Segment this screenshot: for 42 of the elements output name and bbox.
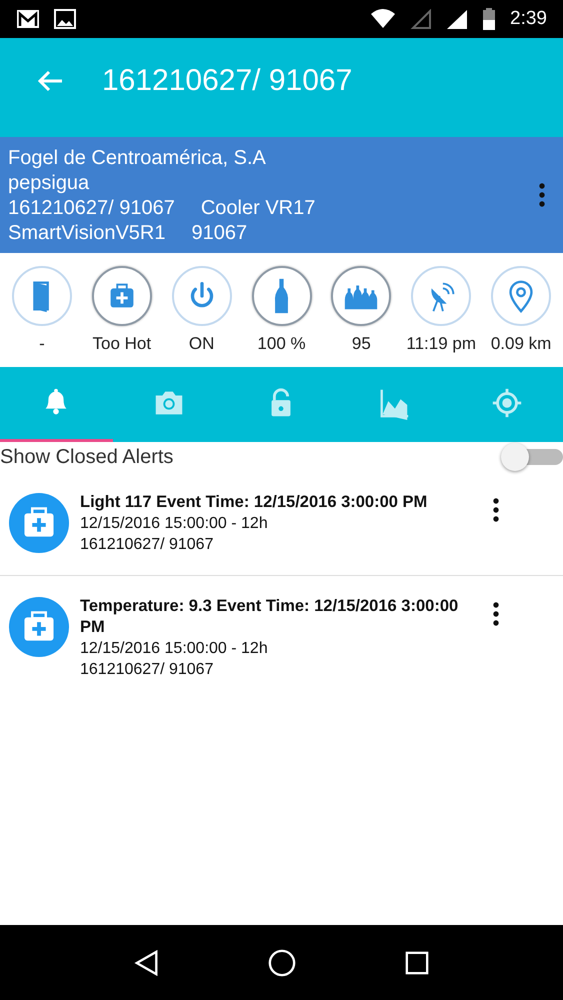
more-vertical-icon xyxy=(539,183,545,207)
toggle-switch[interactable] xyxy=(501,443,563,471)
medical-kit-icon xyxy=(8,492,70,554)
signal-icon xyxy=(446,9,468,29)
indicator-value: 0.09 km xyxy=(490,334,552,354)
alert-time: 12/15/2016 15:00:00 - 12h xyxy=(80,514,269,534)
bottle-icon xyxy=(274,277,289,315)
no-signal-icon xyxy=(410,9,432,29)
indicator-value: 11:19 pm xyxy=(406,334,476,354)
device-title: 161210627/ 91067 xyxy=(102,64,352,98)
image-icon xyxy=(54,9,76,29)
show-closed-alerts-label: Show Closed Alerts xyxy=(0,446,174,468)
info-text: Cooler VR17 xyxy=(200,196,316,220)
indicator-value: 95 xyxy=(352,334,371,354)
wifi-icon xyxy=(370,9,396,29)
status-indicator[interactable] xyxy=(331,266,392,326)
status-indicator[interactable] xyxy=(92,266,152,326)
alert-device: 161210627/ 91067 xyxy=(80,660,214,680)
info-text: SmartVisionV5R1 xyxy=(8,220,166,244)
back-arrow-icon xyxy=(36,68,64,92)
info-text: Fogel de Centroamérica, S.A xyxy=(8,146,266,170)
alert-title: Light 117 Event Time: 12/15/2016 3:00:00 PM xyxy=(80,492,428,513)
indicator-value: - xyxy=(39,334,45,354)
clock-time: 2:39 xyxy=(510,8,547,30)
info-text: 161210627/ 91067 xyxy=(8,196,175,220)
alert-device: 161210627/ 91067 xyxy=(80,535,214,555)
square-recents-icon xyxy=(404,950,429,974)
status-indicator[interactable] xyxy=(252,266,312,326)
alert-title: Temperature: 9.3 Event Time: 12/15/2016 3:00:00 PM xyxy=(80,596,460,638)
more-vertical-icon xyxy=(493,498,499,522)
medical-kit-icon xyxy=(8,596,70,658)
indicator-value: Too Hot xyxy=(92,334,152,354)
info-text: pepsigua xyxy=(8,170,90,194)
battery-icon xyxy=(482,8,496,30)
mail-icon xyxy=(16,9,40,29)
indicator-value: ON xyxy=(188,334,214,354)
info-text: 91067 xyxy=(191,220,248,244)
triangle-back-icon xyxy=(134,950,160,976)
indicator-value: 100 % xyxy=(257,334,306,354)
more-vertical-icon xyxy=(493,602,499,626)
alert-time: 12/15/2016 15:00:00 - 12h xyxy=(80,639,269,659)
circle-home-icon xyxy=(268,948,296,976)
